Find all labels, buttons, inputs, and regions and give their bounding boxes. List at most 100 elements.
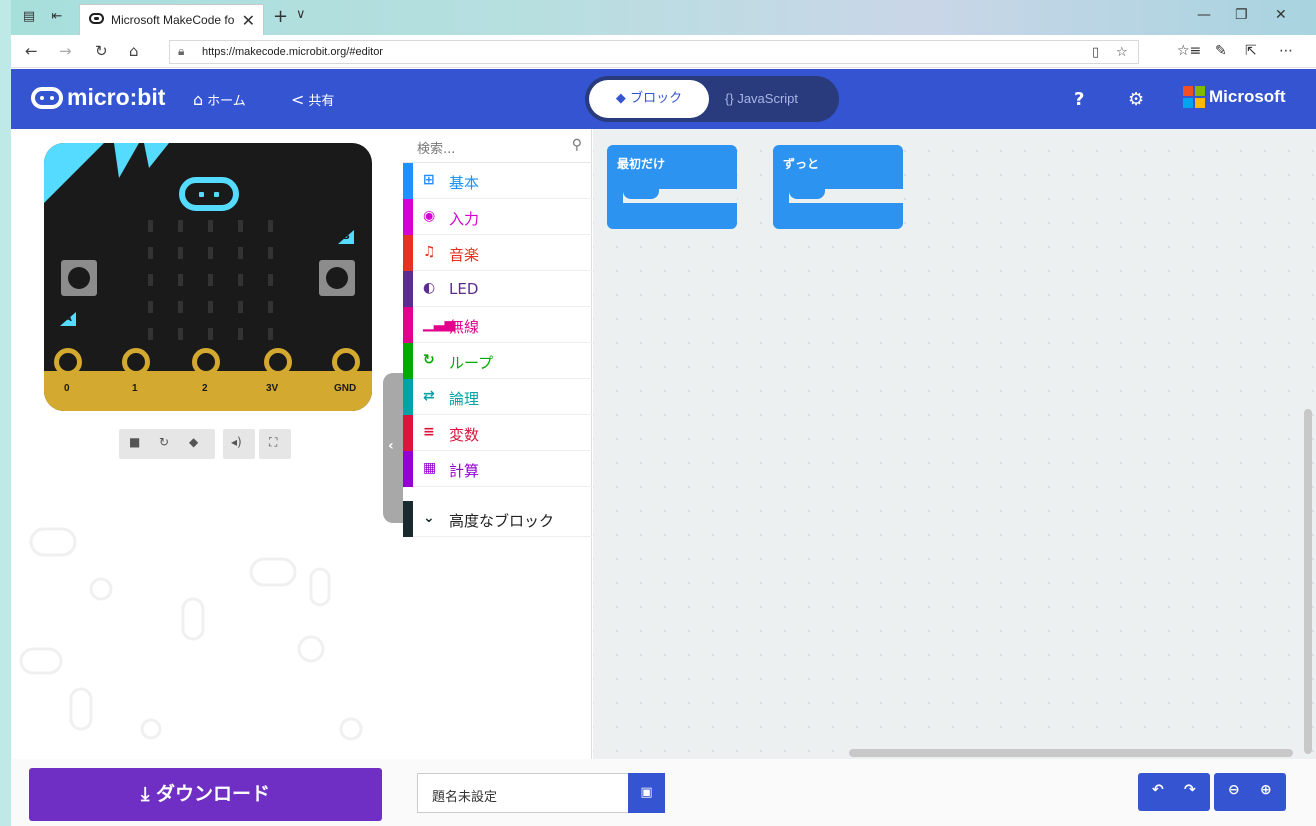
toolbox-category[interactable]: ▁▃▅ 無線 xyxy=(403,307,592,343)
pin-0-ring[interactable] xyxy=(54,348,82,376)
toolbox-category[interactable]: ⊞ 基本 xyxy=(403,163,592,199)
tab-close-icon[interactable]: ✕ xyxy=(242,11,255,30)
tab-list-icon[interactable]: ∨ xyxy=(296,7,306,22)
category-label: 入力 xyxy=(449,210,480,228)
project-name: 題名未設定 xyxy=(432,790,498,805)
led-pixel xyxy=(208,220,213,232)
debug-icon[interactable]: ◆ xyxy=(189,435,198,449)
led-pixel xyxy=(238,328,243,340)
vertical-scrollbar[interactable] xyxy=(1304,409,1312,754)
horizontal-scrollbar[interactable] xyxy=(849,749,1293,757)
volume-icon[interactable]: ◂) xyxy=(231,435,242,449)
led-pixel xyxy=(208,328,213,340)
tab-blocks[interactable]: ◆ ブロック xyxy=(589,80,709,118)
download-button[interactable]: ⤓ ダウンロード xyxy=(29,768,382,821)
toolbox-category[interactable]: ↻ ループ xyxy=(403,343,592,379)
favorites-list-icon[interactable]: ☆≡ xyxy=(1177,43,1201,59)
button-a[interactable] xyxy=(61,260,97,296)
fullscreen-icon[interactable]: ⛶ xyxy=(269,435,277,450)
category-label: 音楽 xyxy=(449,246,480,264)
save-button[interactable]: ▣ xyxy=(628,773,665,813)
pen-notes-icon[interactable]: ✎ xyxy=(1215,43,1227,59)
led-pixel xyxy=(208,247,213,259)
help-icon[interactable]: ? xyxy=(1074,89,1084,110)
share-icon: < xyxy=(291,90,305,109)
back-arrow-icon[interactable]: ← xyxy=(25,42,38,60)
favorite-star-icon[interactable]: ☆ xyxy=(1116,45,1128,60)
pin-gnd-ring[interactable] xyxy=(332,348,360,376)
led-pixel xyxy=(238,247,243,259)
category-icon: ♫ xyxy=(423,244,436,260)
pin-1-ring[interactable] xyxy=(122,348,150,376)
category-icon: ⇄ xyxy=(423,388,435,404)
home-icon[interactable]: ⌂ xyxy=(129,42,139,60)
close-window-button[interactable]: ✕ xyxy=(1275,7,1287,23)
category-label: 論理 xyxy=(449,390,480,408)
toolbox-category[interactable]: ▦ 計算 xyxy=(403,451,592,487)
toolbox-category[interactable]: ◉ 入力 xyxy=(403,199,592,235)
browser-window: ▤ ⇤ Microsoft MakeCode fo ✕ + ∨ — ❐ ✕ ← … xyxy=(11,0,1316,826)
home-button[interactable]: ⌂ ホーム xyxy=(193,90,246,109)
browser-tab[interactable]: Microsoft MakeCode fo ✕ xyxy=(79,4,264,35)
tab-javascript[interactable]: {} JavaScript xyxy=(725,76,798,122)
share-button[interactable]: < 共有 xyxy=(291,90,334,109)
zoom-in-icon[interactable]: ⊕ xyxy=(1260,782,1272,798)
toolbox-category[interactable]: ⌄ 高度なブロック xyxy=(403,501,592,537)
collapse-simulator-button[interactable]: ‹ xyxy=(383,373,403,523)
zoom-group: ⊖ ⊕ xyxy=(1214,773,1286,811)
set-tabs-aside-icon[interactable]: ⇤ xyxy=(49,9,65,25)
toolbox-search[interactable]: 検索... ⚲ xyxy=(403,129,592,163)
category-icon: ≡ xyxy=(423,424,435,440)
microsoft-brand-text[interactable]: Microsoft xyxy=(1209,87,1286,107)
settings-gear-icon[interactable]: ⚙ xyxy=(1128,89,1144,110)
led-pixel xyxy=(268,301,273,313)
share-icon[interactable]: ⇱ xyxy=(1245,43,1257,59)
address-bar-row: ← → ↻ ⌂ 🔒︎ https://makecode.microbit.org… xyxy=(11,35,1316,68)
zoom-out-icon[interactable]: ⊖ xyxy=(1228,782,1240,798)
refresh-icon[interactable]: ↻ xyxy=(95,42,108,60)
more-icon[interactable]: ⋯ xyxy=(1279,43,1293,59)
search-input[interactable]: 検索... xyxy=(417,138,455,157)
on-start-block[interactable]: 最初だけ xyxy=(607,145,737,229)
undo-icon[interactable]: ↶ xyxy=(1152,782,1164,798)
toolbox-category[interactable]: ♫ 音楽 xyxy=(403,235,592,271)
project-name-input[interactable]: 題名未設定 xyxy=(417,773,629,813)
restart-icon[interactable]: ↻ xyxy=(159,435,169,449)
microsoft-logo-icon[interactable] xyxy=(1183,86,1205,108)
toolbox-category[interactable]: ⇄ 論理 xyxy=(403,379,592,415)
url-input[interactable]: 🔒︎ https://makecode.microbit.org/#editor… xyxy=(169,40,1139,64)
forward-arrow-icon[interactable]: → xyxy=(59,42,72,60)
button-b[interactable] xyxy=(319,260,355,296)
undo-redo-group: ↶ ↷ xyxy=(1138,773,1210,811)
search-icon[interactable]: ⚲ xyxy=(572,137,582,153)
category-icon: ◉ xyxy=(423,208,436,224)
toolbox-category[interactable]: ≡ 変数 xyxy=(403,415,592,451)
reading-view-icon[interactable]: ▯ xyxy=(1092,45,1099,60)
pin-2-ring[interactable] xyxy=(192,348,220,376)
home-icon: ⌂ xyxy=(193,90,204,109)
share-label: 共有 xyxy=(308,94,335,109)
category-color-bar xyxy=(403,343,413,379)
category-color-bar xyxy=(403,199,413,235)
redo-icon[interactable]: ↷ xyxy=(1184,782,1196,798)
stop-icon[interactable]: ■ xyxy=(129,435,140,449)
forever-block[interactable]: ずっと xyxy=(773,145,903,229)
tab-actions-icon[interactable]: ▤ xyxy=(21,9,37,25)
block-body xyxy=(773,203,903,229)
pin-3v-ring[interactable] xyxy=(264,348,292,376)
toolbox-category[interactable]: ◐ LED xyxy=(403,271,592,307)
restore-button[interactable]: ❐ xyxy=(1235,7,1248,23)
led-pixel xyxy=(208,274,213,286)
microbit-logo-icon[interactable] xyxy=(31,87,63,109)
minimize-button[interactable]: — xyxy=(1197,7,1211,23)
block-body xyxy=(607,203,737,229)
blocks-workspace[interactable]: 最初だけ ずっと xyxy=(593,129,1316,759)
logo-text[interactable]: micro:bit xyxy=(67,84,165,111)
forever-label: ずっと xyxy=(783,157,820,171)
category-color-bar xyxy=(403,235,413,271)
board-logo-icon[interactable] xyxy=(179,177,239,211)
url-text: https://makecode.microbit.org/#editor xyxy=(202,46,383,58)
block-notch xyxy=(623,189,659,199)
new-tab-button[interactable]: + xyxy=(273,6,288,27)
pin-label: 2 xyxy=(202,383,208,394)
